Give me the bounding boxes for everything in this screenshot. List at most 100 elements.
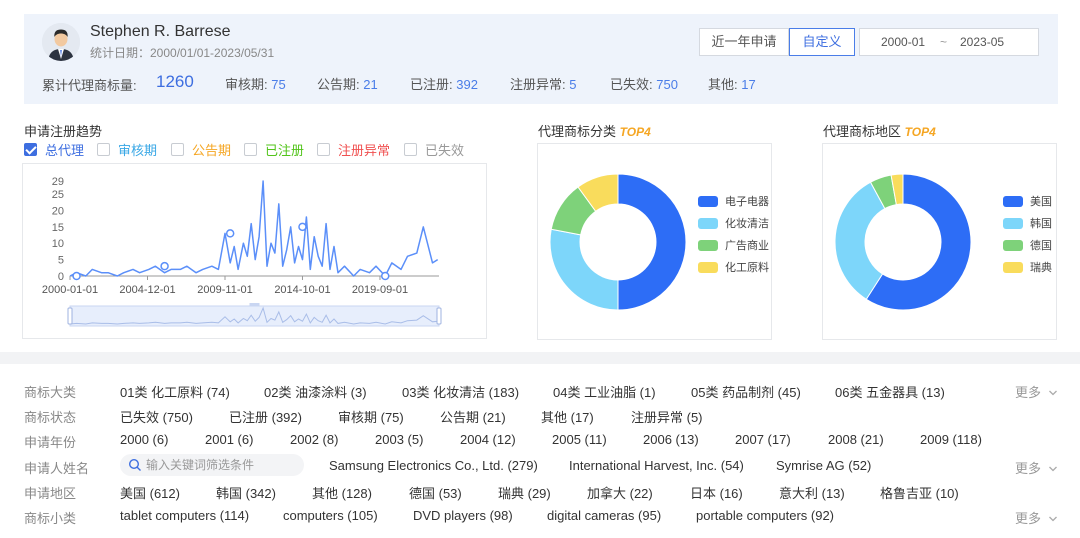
filter-option[interactable]: DVD players (98) xyxy=(413,508,513,523)
data-point-marker[interactable] xyxy=(380,271,390,281)
filter-option[interactable]: portable computers (92) xyxy=(696,508,834,523)
checkbox[interactable] xyxy=(24,143,37,156)
profile-header: Stephen R. Barrese 统计日期：2000/01/01-2023/… xyxy=(24,14,1058,104)
range-start[interactable]: 2000-01 xyxy=(881,29,925,55)
stat-item-invalid: 已失效: 750 xyxy=(610,74,678,93)
filter-option[interactable]: 2007 (17) xyxy=(735,432,791,447)
filter-option[interactable]: 05类 药品制剂 (45) xyxy=(691,382,801,401)
filter-option[interactable]: 注册异常 (5) xyxy=(631,407,703,426)
region-legend-item[interactable]: 美国 xyxy=(1003,193,1052,209)
checkbox[interactable] xyxy=(171,143,184,156)
more-button[interactable]: 更多 xyxy=(1015,458,1058,477)
filter-option[interactable]: tablet computers (114) xyxy=(120,508,249,523)
filter-option[interactable]: 2000 (6) xyxy=(120,432,168,447)
legend-label: 德国 xyxy=(1030,240,1052,252)
legend-total[interactable]: 总代理 xyxy=(24,140,84,159)
checkbox[interactable] xyxy=(317,143,330,156)
checkbox[interactable] xyxy=(404,143,417,156)
zoom-handle-left[interactable] xyxy=(67,307,73,325)
filter-option[interactable]: 美国 (612) xyxy=(120,483,180,502)
stat-item-other: 其他: 17 xyxy=(708,74,756,93)
legend-label: 美国 xyxy=(1030,196,1052,208)
filter-option[interactable]: 公告期 (21) xyxy=(440,407,506,426)
applicant-search-input[interactable] xyxy=(146,456,296,474)
filter-option[interactable]: 日本 (16) xyxy=(690,483,743,502)
filter-option[interactable]: 06类 五金器具 (13) xyxy=(835,382,945,401)
filter-label: 商标状态 xyxy=(24,410,77,425)
filter-option[interactable]: 格鲁吉亚 (10) xyxy=(880,483,959,502)
category-slice[interactable] xyxy=(549,228,619,311)
legend-label: 广告商业 xyxy=(725,240,769,252)
filter-option[interactable]: 2009 (118) xyxy=(920,432,982,447)
filter-option[interactable]: 已失效 (750) xyxy=(120,407,193,426)
date-range-picker[interactable]: 2000-01 ~ 2023-05 xyxy=(859,28,1039,56)
filter-option[interactable]: 韩国 (342) xyxy=(216,483,276,502)
filter-option[interactable]: 已注册 (392) xyxy=(229,407,302,426)
filter-option[interactable]: 审核期 (75) xyxy=(338,407,404,426)
filter-option[interactable]: 德国 (53) xyxy=(409,483,462,502)
filter-option[interactable]: 其他 (17) xyxy=(541,407,594,426)
region-slice[interactable] xyxy=(834,181,886,300)
filter-option[interactable]: Symrise AG (52) xyxy=(776,458,871,473)
filter-option[interactable]: Samsung Electronics Co., Ltd. (279) xyxy=(329,458,538,473)
legend-review[interactable]: 审核期 xyxy=(97,140,157,159)
more-button[interactable]: 更多 xyxy=(1015,382,1058,401)
legend-invalid[interactable]: 已失效 xyxy=(404,140,464,159)
range-end[interactable]: 2023-05 xyxy=(960,29,1004,55)
filter-option[interactable]: 02类 油漆涂料 (3) xyxy=(264,382,367,401)
y-tick-label: 29 xyxy=(52,176,64,188)
region-legend-item[interactable]: 德国 xyxy=(1003,237,1052,253)
category-title-text: 代理商标分类 xyxy=(538,124,617,139)
legend-swatch xyxy=(698,217,718,229)
category-legend-item[interactable]: 电子电器 xyxy=(698,193,769,209)
zoom-grip[interactable] xyxy=(249,303,260,306)
legend-label: 已失效 xyxy=(425,143,465,158)
filter-option[interactable]: 瑞典 (29) xyxy=(498,483,551,502)
filter-option[interactable]: computers (105) xyxy=(283,508,378,523)
filter-option[interactable]: 2002 (8) xyxy=(290,432,338,447)
data-point-marker[interactable] xyxy=(72,271,81,281)
x-tick-label: 2004-12-01 xyxy=(119,284,175,296)
filter-option[interactable]: 意大利 (13) xyxy=(779,483,845,502)
category-legend-item[interactable]: 广告商业 xyxy=(698,237,769,253)
data-point-marker[interactable] xyxy=(160,261,169,271)
filter-option[interactable]: 2003 (5) xyxy=(375,432,423,447)
region-legend-item[interactable]: 韩国 xyxy=(1003,215,1052,231)
filter-option[interactable]: 2004 (12) xyxy=(460,432,516,447)
filter-option[interactable]: 其他 (128) xyxy=(312,483,372,502)
filter-option[interactable]: 2008 (21) xyxy=(828,432,884,447)
filter-option[interactable]: International Harvest, Inc. (54) xyxy=(569,458,744,473)
filter-option[interactable]: 2001 (6) xyxy=(205,432,253,447)
category-legend-item[interactable]: 化妆清洁 xyxy=(698,215,769,231)
filter-option[interactable]: 01类 化工原料 (74) xyxy=(120,382,230,401)
legend-swatch xyxy=(1003,195,1023,207)
x-tick-label: 2009-11-01 xyxy=(197,284,252,296)
filter-option[interactable]: 03类 化妆清洁 (183) xyxy=(402,382,519,401)
category-slice[interactable] xyxy=(617,173,687,311)
legend-announce[interactable]: 公告期 xyxy=(171,140,231,159)
legend-label: 已注册 xyxy=(265,143,305,158)
legend-registered[interactable]: 已注册 xyxy=(244,140,304,159)
legend-abnormal[interactable]: 注册异常 xyxy=(317,140,390,159)
category-legend-item[interactable]: 化工原料 xyxy=(698,259,769,275)
data-point-marker[interactable] xyxy=(298,222,307,232)
legend-label: 化妆清洁 xyxy=(725,218,769,230)
data-point-marker[interactable] xyxy=(225,229,235,238)
category-title: 代理商标分类 TOP4 xyxy=(538,121,651,140)
checkbox[interactable] xyxy=(97,143,110,156)
applicant-search[interactable] xyxy=(120,454,304,476)
custom-range-button[interactable]: 自定义 xyxy=(789,28,855,56)
region-title-text: 代理商标地区 xyxy=(823,124,902,139)
filter-option[interactable]: 加拿大 (22) xyxy=(587,483,653,502)
x-tick-label: 2019-09-01 xyxy=(352,284,408,296)
filter-option[interactable]: 2006 (13) xyxy=(643,432,699,447)
checkbox[interactable] xyxy=(244,143,257,156)
region-legend-item[interactable]: 瑞典 xyxy=(1003,259,1052,275)
more-button[interactable]: 更多 xyxy=(1015,508,1058,527)
filter-option[interactable]: 04类 工业油脂 (1) xyxy=(553,382,656,401)
filter-option[interactable]: digital cameras (95) xyxy=(547,508,661,523)
stat-item-review: 审核期: 75 xyxy=(225,74,286,93)
zoom-handle-right[interactable] xyxy=(436,307,442,325)
recent-year-button[interactable]: 近一年申请 xyxy=(699,28,789,56)
filter-option[interactable]: 2005 (11) xyxy=(552,432,607,447)
